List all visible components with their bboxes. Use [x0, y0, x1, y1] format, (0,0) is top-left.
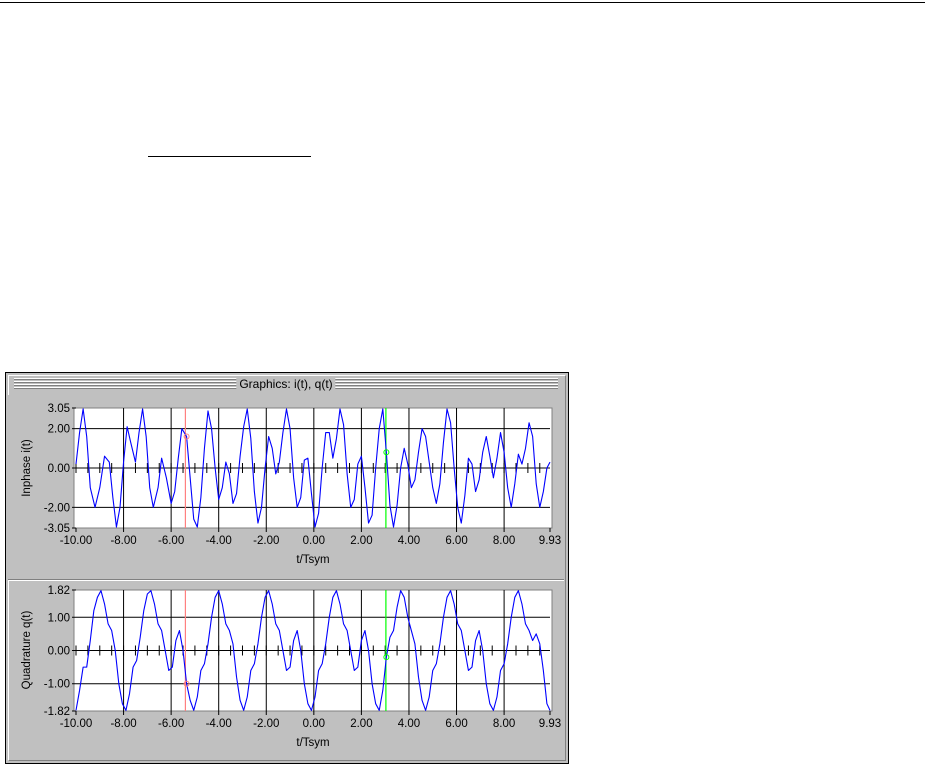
x-tick-label: -2.00 — [253, 718, 279, 730]
window-title: Graphics: i(t), q(t) — [236, 377, 336, 392]
x-tick-label: -6.00 — [158, 535, 184, 547]
y-tick-label: 1.82 — [48, 585, 70, 597]
x-tick-label: -8.00 — [110, 535, 136, 547]
quadrature-plot[interactable]: Quadrature q(t) t/Tsym -10.00 -8.00 -6.00 -… — [8, 579, 564, 761]
x-axis-title: t/Tsym — [296, 554, 329, 566]
x-tick-label: -6.00 — [158, 718, 184, 730]
x-tick-label: -10.00 — [60, 535, 93, 547]
x-tick-label: 2.00 — [350, 718, 372, 730]
x-tick-label: -4.00 — [206, 718, 232, 730]
x-tick-label: 8.00 — [493, 535, 515, 547]
y-tick-label: -1.82 — [44, 706, 70, 718]
x-tick-label: 4.00 — [398, 718, 420, 730]
inphase-plot[interactable]: Inphase i(t) t/Tsym -10.00 -8.00 -6.00 -4.0… — [8, 395, 564, 579]
underline-rule — [148, 156, 311, 157]
window-title-bar[interactable]: Graphics: i(t), q(t) — [14, 376, 558, 394]
x-tick-label: 6.00 — [445, 535, 467, 547]
x-tick-label: 0.00 — [303, 535, 325, 547]
y-tick-label: 2.00 — [48, 424, 70, 436]
x-tick-label: 2.00 — [350, 535, 372, 547]
y-axis-title: Inphase i(t) — [21, 439, 33, 497]
x-tick-label: -2.00 — [253, 535, 279, 547]
x-tick-label: 0.00 — [303, 718, 325, 730]
y-axis-title: Quadrature q(t) — [21, 611, 33, 690]
x-axis-title: t/Tsym — [296, 737, 329, 749]
x-tick-label: 8.00 — [493, 718, 515, 730]
graphics-window[interactable]: Graphics: i(t), q(t) Inphase i(t) t/Tsym… — [5, 372, 569, 764]
x-tick-label: -4.00 — [206, 535, 232, 547]
y-tick-label: -3.05 — [44, 523, 70, 535]
y-tick-label: 0.00 — [48, 463, 70, 475]
y-tick-label: -2.00 — [44, 502, 70, 514]
y-tick-label: -1.00 — [44, 679, 70, 691]
x-tick-label: -10.00 — [60, 718, 93, 730]
top-rule — [0, 2, 925, 3]
x-tick-label: 4.00 — [398, 535, 420, 547]
x-tick-label: 6.00 — [445, 718, 467, 730]
x-tick-label: 9.93 — [539, 535, 561, 547]
y-tick-label: 3.05 — [48, 403, 70, 415]
y-tick-label: 1.00 — [48, 612, 70, 624]
x-tick-label: 9.93 — [539, 718, 561, 730]
y-tick-label: 0.00 — [48, 646, 70, 658]
x-tick-label: -8.00 — [110, 718, 136, 730]
